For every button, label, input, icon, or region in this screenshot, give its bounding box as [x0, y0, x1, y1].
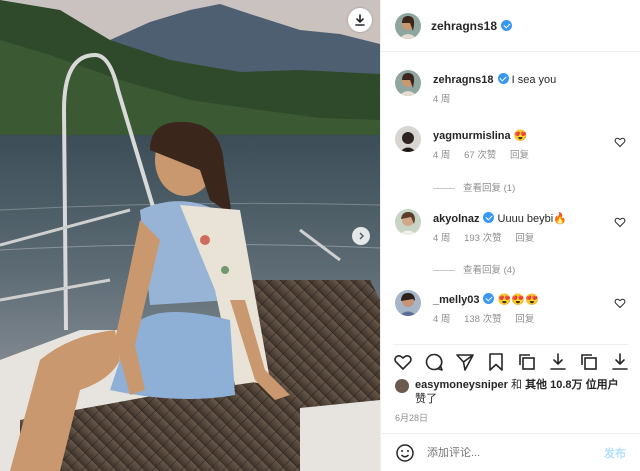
download-button[interactable]	[348, 8, 372, 32]
bookmark-icon	[489, 352, 503, 371]
comment-username[interactable]: akyolnaz	[433, 213, 479, 225]
comment-item: yagmurmislina 😍 4 周 67 次赞 回复	[395, 126, 628, 163]
reply-button[interactable]: 回复	[510, 150, 529, 161]
post-side-panel: zehragns18 zehragns18 I sea you 4 周 yagm…	[380, 0, 640, 471]
like-button[interactable]	[393, 351, 413, 373]
verified-badge-icon	[501, 19, 513, 31]
emoji-icon[interactable]	[395, 443, 415, 463]
download-icon	[612, 352, 628, 370]
save-button[interactable]	[486, 351, 506, 373]
add-comment-input[interactable]	[427, 446, 604, 459]
copy-button[interactable]	[517, 351, 537, 373]
heart-icon	[394, 354, 412, 370]
heart-icon[interactable]	[614, 297, 626, 309]
heart-icon[interactable]	[614, 216, 626, 228]
comment-item: _melly03 😍😍😍 4 周 138 次赞 回复	[395, 290, 628, 327]
author-avatar[interactable]	[395, 12, 421, 39]
share-button[interactable]	[455, 351, 475, 373]
post-comment-button[interactable]: 发布	[604, 445, 626, 461]
caption: zehragns18 I sea you 4 周	[395, 70, 628, 107]
comment-username[interactable]: _melly03	[433, 294, 479, 306]
download-icon	[355, 14, 365, 26]
download-all-button[interactable]	[610, 351, 630, 373]
view-replies-button[interactable]: 查看回复 (4)	[433, 262, 515, 276]
comment-like-count[interactable]: 193 次赞	[464, 233, 502, 244]
author-avatar-image	[395, 12, 421, 39]
view-replies-button[interactable]: 查看回复 (1)	[433, 180, 515, 194]
heart-icon[interactable]	[614, 136, 626, 148]
likes-others-link[interactable]: 其他 10.8万 位用户	[525, 379, 619, 391]
photo-scene	[0, 0, 380, 471]
comment-age[interactable]: 4 周	[433, 150, 450, 161]
likes-summary: easymoneysniper 和 其他 10.8万 位用户 赞了	[395, 378, 630, 406]
comment-like-count[interactable]: 138 次赞	[464, 314, 502, 325]
paper-plane-icon	[456, 353, 474, 371]
post-photo[interactable]	[0, 0, 380, 471]
verified-badge-icon	[497, 73, 509, 84]
commenter-avatar-image	[395, 126, 421, 152]
commenter-avatar[interactable]	[395, 290, 421, 316]
liker-avatar[interactable]	[395, 379, 409, 393]
comment-age[interactable]: 4 周	[433, 314, 450, 325]
verified-badge-icon	[483, 293, 495, 304]
verified-badge-icon	[483, 212, 495, 223]
reply-button[interactable]: 回复	[515, 314, 534, 325]
download-icon	[550, 352, 566, 370]
comment-item: akyolnaz Uuuu beybi🔥 4 周 193 次赞 回复	[395, 209, 628, 246]
likes-suffix: 赞了	[415, 393, 437, 405]
comment-text: 😍😍😍	[497, 294, 539, 306]
comment-age[interactable]: 4 周	[433, 233, 450, 244]
comment-text: 😍	[513, 130, 528, 142]
author-username[interactable]: zehragns18	[431, 19, 513, 33]
likes-connector: 和	[507, 379, 526, 391]
caption-avatar[interactable]	[395, 70, 421, 96]
next-photo-button[interactable]	[352, 227, 370, 245]
commenter-avatar-image	[395, 290, 421, 316]
caption-avatar-image	[395, 70, 421, 96]
liker-username[interactable]: easymoneysniper	[415, 379, 508, 391]
post-date[interactable]: 6月28日	[395, 411, 428, 424]
copy-icon	[581, 353, 597, 370]
post-header: zehragns18	[381, 0, 640, 52]
reply-divider	[433, 187, 455, 189]
post-action-bar	[393, 344, 628, 378]
caption-text: I sea you	[511, 74, 557, 86]
post-viewer: zehragns18 zehragns18 I sea you 4 周 yagm…	[0, 0, 640, 471]
comment-text: Uuuu beybi🔥	[497, 213, 567, 225]
copy-icon	[519, 353, 535, 370]
add-comment-bar: 发布	[381, 433, 640, 471]
reply-button[interactable]: 回复	[515, 233, 534, 244]
commenter-avatar[interactable]	[395, 126, 421, 152]
download-button[interactable]	[548, 351, 568, 373]
comment-like-count[interactable]: 67 次赞	[464, 150, 496, 161]
comment-username[interactable]: yagmurmislina	[433, 130, 511, 142]
commenter-avatar-image	[395, 209, 421, 235]
reply-divider	[433, 269, 455, 271]
comment-button[interactable]	[424, 351, 444, 373]
commenter-avatar[interactable]	[395, 209, 421, 235]
caption-username[interactable]: zehragns18	[433, 74, 494, 86]
chevron-right-icon	[359, 232, 364, 240]
comment-bubble-icon	[425, 353, 443, 371]
copy-all-button[interactable]	[579, 351, 599, 373]
caption-age[interactable]: 4 周	[433, 94, 450, 105]
